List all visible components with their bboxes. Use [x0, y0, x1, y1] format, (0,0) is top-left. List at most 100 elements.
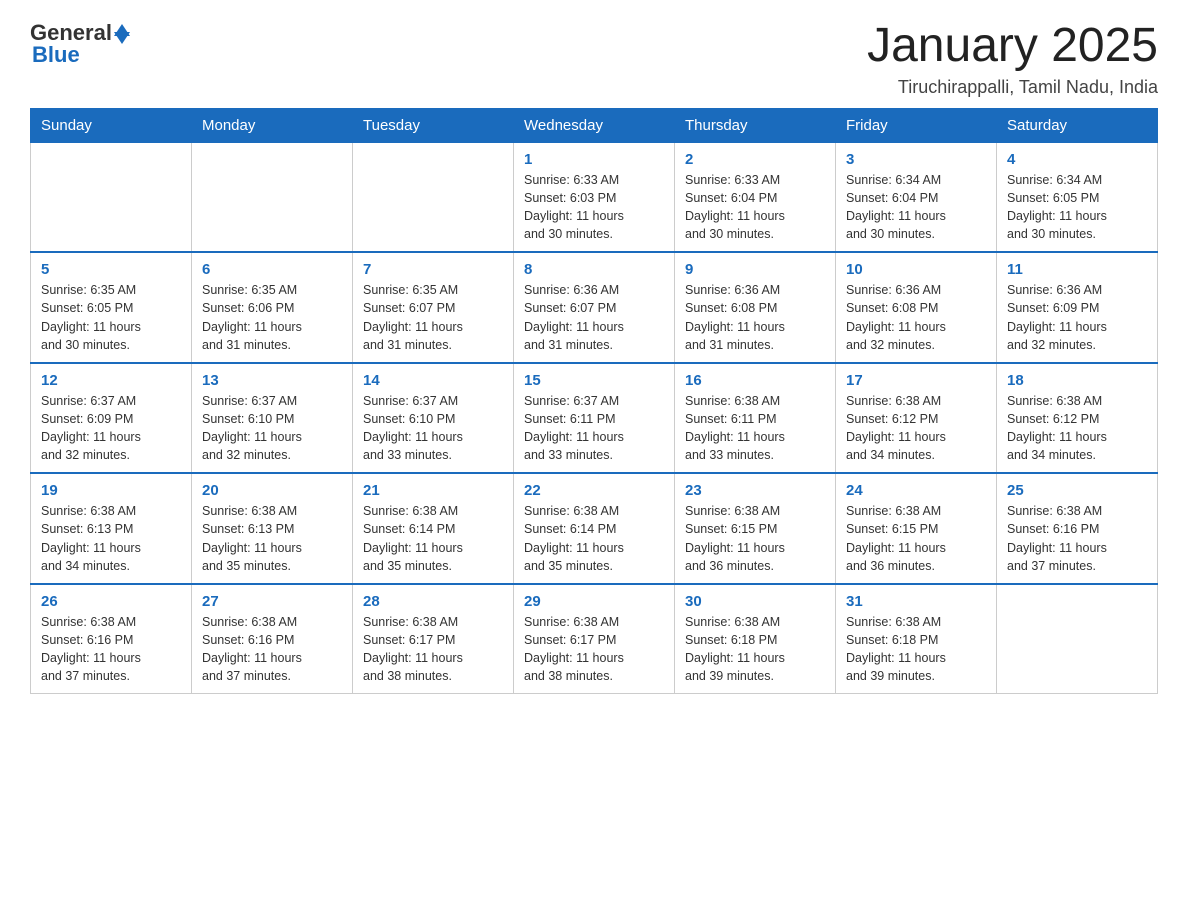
day-info: Sunrise: 6:38 AM Sunset: 6:17 PM Dayligh… [363, 613, 503, 686]
calendar-cell: 7 Sunrise: 6:35 AM Sunset: 6:07 PM Daylig… [353, 252, 514, 363]
day-info: Sunrise: 6:35 AM Sunset: 6:05 PM Dayligh… [41, 281, 181, 354]
calendar-cell: 5 Sunrise: 6:35 AM Sunset: 6:05 PM Daylig… [31, 252, 192, 363]
day-info: Sunrise: 6:37 AM Sunset: 6:10 PM Dayligh… [363, 392, 503, 465]
calendar-week-1: 1 Sunrise: 6:33 AM Sunset: 6:03 PM Daylig… [31, 142, 1158, 252]
day-info: Sunrise: 6:38 AM Sunset: 6:14 PM Dayligh… [524, 502, 664, 575]
title-block: January 2025 Tiruchirappalli, Tamil Nadu… [867, 20, 1158, 98]
day-number: 17 [846, 372, 986, 389]
day-number: 6 [202, 261, 342, 278]
calendar-cell: 24Sunrise: 6:38 AM Sunset: 6:15 PM Dayli… [836, 473, 997, 584]
calendar-cell: 8 Sunrise: 6:36 AM Sunset: 6:07 PM Daylig… [514, 252, 675, 363]
day-number: 7 [363, 261, 503, 278]
day-info: Sunrise: 6:36 AM Sunset: 6:07 PM Dayligh… [524, 281, 664, 354]
day-info: Sunrise: 6:38 AM Sunset: 6:12 PM Dayligh… [1007, 392, 1147, 465]
day-number: 8 [524, 261, 664, 278]
logo-blue: Blue [32, 42, 80, 68]
day-header-wednesday: Wednesday [514, 108, 675, 142]
day-number: 18 [1007, 372, 1147, 389]
calendar-cell: 31 Sunrise: 6:38 AM Sunset: 6:18 PM Dayli… [836, 584, 997, 694]
day-info: Sunrise: 6:37 AM Sunset: 6:11 PM Dayligh… [524, 392, 664, 465]
day-info: Sunrise: 6:38 AM Sunset: 6:16 PM Dayligh… [1007, 502, 1147, 575]
day-number: 4 [1007, 151, 1147, 168]
day-info: Sunrise: 6:38 AM Sunset: 6:12 PM Dayligh… [846, 392, 986, 465]
day-header-tuesday: Tuesday [353, 108, 514, 142]
calendar-cell: 9 Sunrise: 6:36 AM Sunset: 6:08 PM Daylig… [675, 252, 836, 363]
calendar-cell: 23 Sunrise: 6:38 AM Sunset: 6:15 PM Dayli… [675, 473, 836, 584]
calendar-cell: 15 Sunrise: 6:37 AM Sunset: 6:11 PM Dayli… [514, 363, 675, 474]
day-number: 15 [524, 372, 664, 389]
day-info: Sunrise: 6:36 AM Sunset: 6:08 PM Dayligh… [685, 281, 825, 354]
calendar-header: SundayMondayTuesdayWednesdayThursdayFrid… [31, 108, 1158, 142]
calendar-cell: 18 Sunrise: 6:38 AM Sunset: 6:12 PM Dayli… [997, 363, 1158, 474]
calendar-cell [997, 584, 1158, 694]
day-number: 3 [846, 151, 986, 168]
calendar-cell [31, 142, 192, 252]
day-info: Sunrise: 6:37 AM Sunset: 6:09 PM Dayligh… [41, 392, 181, 465]
calendar-cell: 2Sunrise: 6:33 AM Sunset: 6:04 PM Daylig… [675, 142, 836, 252]
day-info: Sunrise: 6:33 AM Sunset: 6:03 PM Dayligh… [524, 171, 664, 244]
day-info: Sunrise: 6:34 AM Sunset: 6:05 PM Dayligh… [1007, 171, 1147, 244]
day-number: 21 [363, 482, 503, 499]
calendar-cell: 17 Sunrise: 6:38 AM Sunset: 6:12 PM Dayli… [836, 363, 997, 474]
day-number: 28 [363, 593, 503, 610]
page-header: General Blue January 2025 Tiruchirappall… [30, 20, 1158, 98]
day-number: 9 [685, 261, 825, 278]
calendar-cell: 28 Sunrise: 6:38 AM Sunset: 6:17 PM Dayli… [353, 584, 514, 694]
calendar-cell: 29 Sunrise: 6:38 AM Sunset: 6:17 PM Dayli… [514, 584, 675, 694]
day-number: 12 [41, 372, 181, 389]
calendar-cell: 14Sunrise: 6:37 AM Sunset: 6:10 PM Dayli… [353, 363, 514, 474]
day-number: 30 [685, 593, 825, 610]
day-info: Sunrise: 6:38 AM Sunset: 6:17 PM Dayligh… [524, 613, 664, 686]
day-number: 23 [685, 482, 825, 499]
day-number: 20 [202, 482, 342, 499]
calendar-week-5: 26 Sunrise: 6:38 AM Sunset: 6:16 PM Dayli… [31, 584, 1158, 694]
calendar-cell: 25Sunrise: 6:38 AM Sunset: 6:16 PM Dayli… [997, 473, 1158, 584]
day-number: 31 [846, 593, 986, 610]
calendar-cell: 26 Sunrise: 6:38 AM Sunset: 6:16 PM Dayli… [31, 584, 192, 694]
day-info: Sunrise: 6:38 AM Sunset: 6:13 PM Dayligh… [202, 502, 342, 575]
calendar-body: 1 Sunrise: 6:33 AM Sunset: 6:03 PM Daylig… [31, 142, 1158, 694]
day-header-friday: Friday [836, 108, 997, 142]
calendar-cell: 1 Sunrise: 6:33 AM Sunset: 6:03 PM Daylig… [514, 142, 675, 252]
calendar-cell: 16 Sunrise: 6:38 AM Sunset: 6:11 PM Dayli… [675, 363, 836, 474]
day-number: 26 [41, 593, 181, 610]
day-number: 24 [846, 482, 986, 499]
day-info: Sunrise: 6:38 AM Sunset: 6:14 PM Dayligh… [363, 502, 503, 575]
day-number: 5 [41, 261, 181, 278]
day-info: Sunrise: 6:35 AM Sunset: 6:06 PM Dayligh… [202, 281, 342, 354]
day-info: Sunrise: 6:38 AM Sunset: 6:16 PM Dayligh… [41, 613, 181, 686]
day-info: Sunrise: 6:38 AM Sunset: 6:16 PM Dayligh… [202, 613, 342, 686]
day-header-saturday: Saturday [997, 108, 1158, 142]
calendar-table: SundayMondayTuesdayWednesdayThursdayFrid… [30, 108, 1158, 695]
logo: General Blue [30, 20, 130, 68]
calendar-cell: 12 Sunrise: 6:37 AM Sunset: 6:09 PM Dayli… [31, 363, 192, 474]
calendar-cell: 20 Sunrise: 6:38 AM Sunset: 6:13 PM Dayli… [192, 473, 353, 584]
day-info: Sunrise: 6:35 AM Sunset: 6:07 PM Dayligh… [363, 281, 503, 354]
day-number: 27 [202, 593, 342, 610]
calendar-week-3: 12 Sunrise: 6:37 AM Sunset: 6:09 PM Dayli… [31, 363, 1158, 474]
day-info: Sunrise: 6:38 AM Sunset: 6:18 PM Dayligh… [846, 613, 986, 686]
location-subtitle: Tiruchirappalli, Tamil Nadu, India [867, 77, 1158, 98]
calendar-cell [353, 142, 514, 252]
calendar-cell: 21 Sunrise: 6:38 AM Sunset: 6:14 PM Dayli… [353, 473, 514, 584]
day-number: 16 [685, 372, 825, 389]
day-number: 11 [1007, 261, 1147, 278]
day-number: 1 [524, 151, 664, 168]
day-info: Sunrise: 6:36 AM Sunset: 6:08 PM Dayligh… [846, 281, 986, 354]
day-info: Sunrise: 6:38 AM Sunset: 6:11 PM Dayligh… [685, 392, 825, 465]
calendar-cell: 6 Sunrise: 6:35 AM Sunset: 6:06 PM Daylig… [192, 252, 353, 363]
day-header-thursday: Thursday [675, 108, 836, 142]
calendar-cell: 22Sunrise: 6:38 AM Sunset: 6:14 PM Dayli… [514, 473, 675, 584]
calendar-cell: 27 Sunrise: 6:38 AM Sunset: 6:16 PM Dayli… [192, 584, 353, 694]
day-info: Sunrise: 6:38 AM Sunset: 6:15 PM Dayligh… [685, 502, 825, 575]
calendar-cell: 11Sunrise: 6:36 AM Sunset: 6:09 PM Dayli… [997, 252, 1158, 363]
calendar-cell [192, 142, 353, 252]
day-number: 29 [524, 593, 664, 610]
calendar-cell: 4 Sunrise: 6:34 AM Sunset: 6:05 PM Daylig… [997, 142, 1158, 252]
day-number: 2 [685, 151, 825, 168]
calendar-cell: 19Sunrise: 6:38 AM Sunset: 6:13 PM Dayli… [31, 473, 192, 584]
day-header-monday: Monday [192, 108, 353, 142]
calendar-cell: 3Sunrise: 6:34 AM Sunset: 6:04 PM Daylig… [836, 142, 997, 252]
month-title: January 2025 [867, 20, 1158, 73]
calendar-cell: 13Sunrise: 6:37 AM Sunset: 6:10 PM Dayli… [192, 363, 353, 474]
